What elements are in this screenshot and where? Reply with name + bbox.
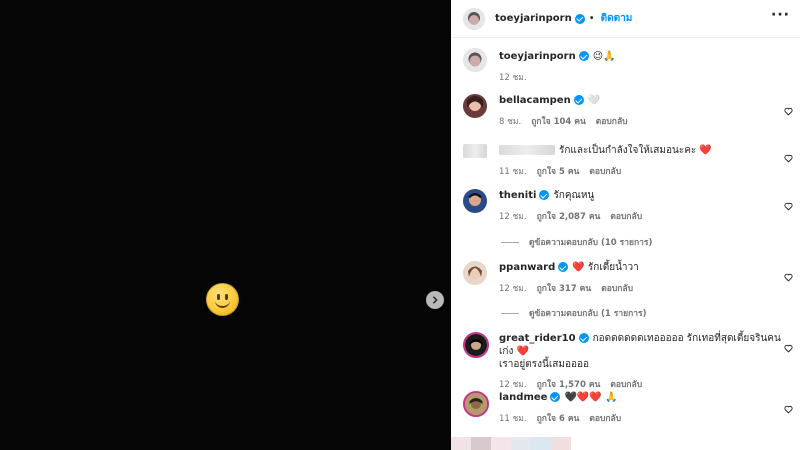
comment-time[interactable]: 12 ชม.: [499, 380, 527, 390]
commenter-avatar[interactable]: [463, 189, 487, 213]
comment-time[interactable]: 11 ชม.: [499, 167, 527, 177]
post-header: toeyjarinporn • ติดตาม ···: [451, 0, 800, 38]
like-count[interactable]: ถูกใจ 2,087 คน: [537, 212, 601, 222]
commenter-username[interactable]: great_rider10: [499, 333, 576, 344]
caption-username[interactable]: toeyjarinporn: [499, 51, 576, 62]
like-heart-icon[interactable]: [784, 148, 793, 163]
author-avatar[interactable]: [463, 7, 485, 30]
commenter-avatar[interactable]: [463, 94, 487, 118]
like-heart-icon[interactable]: [784, 101, 793, 116]
verified-icon: [539, 190, 550, 200]
reply-button[interactable]: ตอบกลับ: [610, 212, 642, 222]
commenter-avatar[interactable]: [463, 261, 487, 285]
blurred-username: [499, 145, 555, 155]
reply-button[interactable]: ตอบกลับ: [589, 414, 621, 424]
comments-panel: toeyjarinporn • ติดตาม ··· toeyjarinporn…: [451, 0, 800, 450]
commenter-avatar[interactable]: [463, 332, 489, 358]
commenter-username[interactable]: ppanward: [499, 262, 555, 273]
verified-icon: [573, 95, 584, 105]
blurred-avatar: [463, 144, 487, 158]
caption-avatar[interactable]: [463, 48, 487, 72]
commenter-username[interactable]: theniti: [499, 190, 536, 201]
comment-item: great_rider10 กอดดดดดดเทอออออ รักเทอที่สุ…: [463, 332, 793, 391]
blurred-next-comment: [451, 437, 571, 450]
post-caption: toeyjarinporn 😉🙏 12 ชม.: [463, 48, 793, 84]
comment-text-continued: เราอยู่ตรงนี้เสมออออ: [499, 359, 589, 370]
comment-item: ppanward ❤️ รักเตี้ยน้ำวา 12 ชม. ถูกใจ 317…: [463, 261, 793, 295]
like-count[interactable]: ถูกใจ 6 คน: [537, 414, 580, 424]
comment-item: รักและเป็นกำลังใจให้เสมอนะคะ ❤️ 11 ชม. ถู…: [463, 144, 793, 178]
verified-icon: [558, 262, 569, 272]
instagram-post-viewer: toeyjarinporn • ติดตาม ··· toeyjarinporn…: [0, 0, 800, 450]
smiling-face-emoji: [206, 283, 239, 316]
comment-time[interactable]: 8 ชม.: [499, 117, 521, 127]
like-count[interactable]: ถูกใจ 1,570 คน: [537, 380, 601, 390]
separator-dot: •: [588, 13, 595, 24]
reply-button[interactable]: ตอบกลับ: [610, 380, 642, 390]
verified-icon: [574, 13, 585, 24]
comment-text: รักและเป็นกำลังใจให้เสมอนะคะ ❤️: [559, 145, 712, 156]
comment-item: bellacampen 🤍 8 ชม. ถูกใจ 104 คน ตอบกลับ: [463, 94, 793, 128]
verified-icon: [578, 51, 589, 61]
caption-time[interactable]: 12 ชม.: [499, 73, 527, 83]
more-horizontal-icon[interactable]: ···: [771, 7, 790, 23]
reply-button[interactable]: ตอบกลับ: [596, 117, 628, 127]
verified-icon: [578, 333, 589, 343]
comment-time[interactable]: 11 ชม.: [499, 414, 527, 424]
commenter-avatar[interactable]: [463, 391, 489, 417]
like-count[interactable]: ถูกใจ 104 คน: [531, 117, 586, 127]
comment-time[interactable]: 12 ชม.: [499, 284, 527, 294]
comment-text: 🤍: [587, 95, 601, 106]
like-count[interactable]: ถูกใจ 5 คน: [537, 167, 580, 177]
verified-icon: [550, 392, 561, 402]
comment-text: 🖤❤️❤️ 🙏: [564, 392, 618, 403]
view-replies-button[interactable]: ดูข้อความตอบกลับ (10 รายการ): [501, 235, 652, 249]
comment-time[interactable]: 12 ชม.: [499, 212, 527, 222]
view-replies-button[interactable]: ดูข้อความตอบกลับ (1 รายการ): [501, 306, 646, 320]
follow-button[interactable]: ติดตาม: [601, 11, 633, 26]
comment-text: ❤️ รักเตี้ยน้ำวา: [572, 262, 639, 273]
like-count[interactable]: ถูกใจ 317 คน: [537, 284, 592, 294]
like-heart-icon[interactable]: [784, 338, 793, 353]
like-heart-icon[interactable]: [784, 196, 793, 211]
comment-item: landmee 🖤❤️❤️ 🙏 11 ชม. ถูกใจ 6 คน ตอบกลับ: [463, 391, 793, 425]
author-username[interactable]: toeyjarinporn: [495, 13, 572, 24]
post-media[interactable]: [0, 0, 451, 450]
comment-item: theniti รักคุณหนู 12 ชม. ถูกใจ 2,087 คน ตอบ…: [463, 189, 793, 223]
reply-button[interactable]: ตอบกลับ: [589, 167, 621, 177]
chevron-right-icon: [432, 296, 438, 304]
reply-button[interactable]: ตอบกลับ: [601, 284, 633, 294]
like-heart-icon[interactable]: [784, 399, 793, 414]
comment-text: รักคุณหนู: [553, 190, 595, 201]
commenter-username[interactable]: bellacampen: [499, 95, 571, 106]
next-media-button[interactable]: [426, 291, 444, 309]
commenter-username[interactable]: landmee: [499, 392, 547, 403]
like-heart-icon[interactable]: [784, 267, 793, 282]
caption-text: 😉🙏: [592, 51, 616, 62]
